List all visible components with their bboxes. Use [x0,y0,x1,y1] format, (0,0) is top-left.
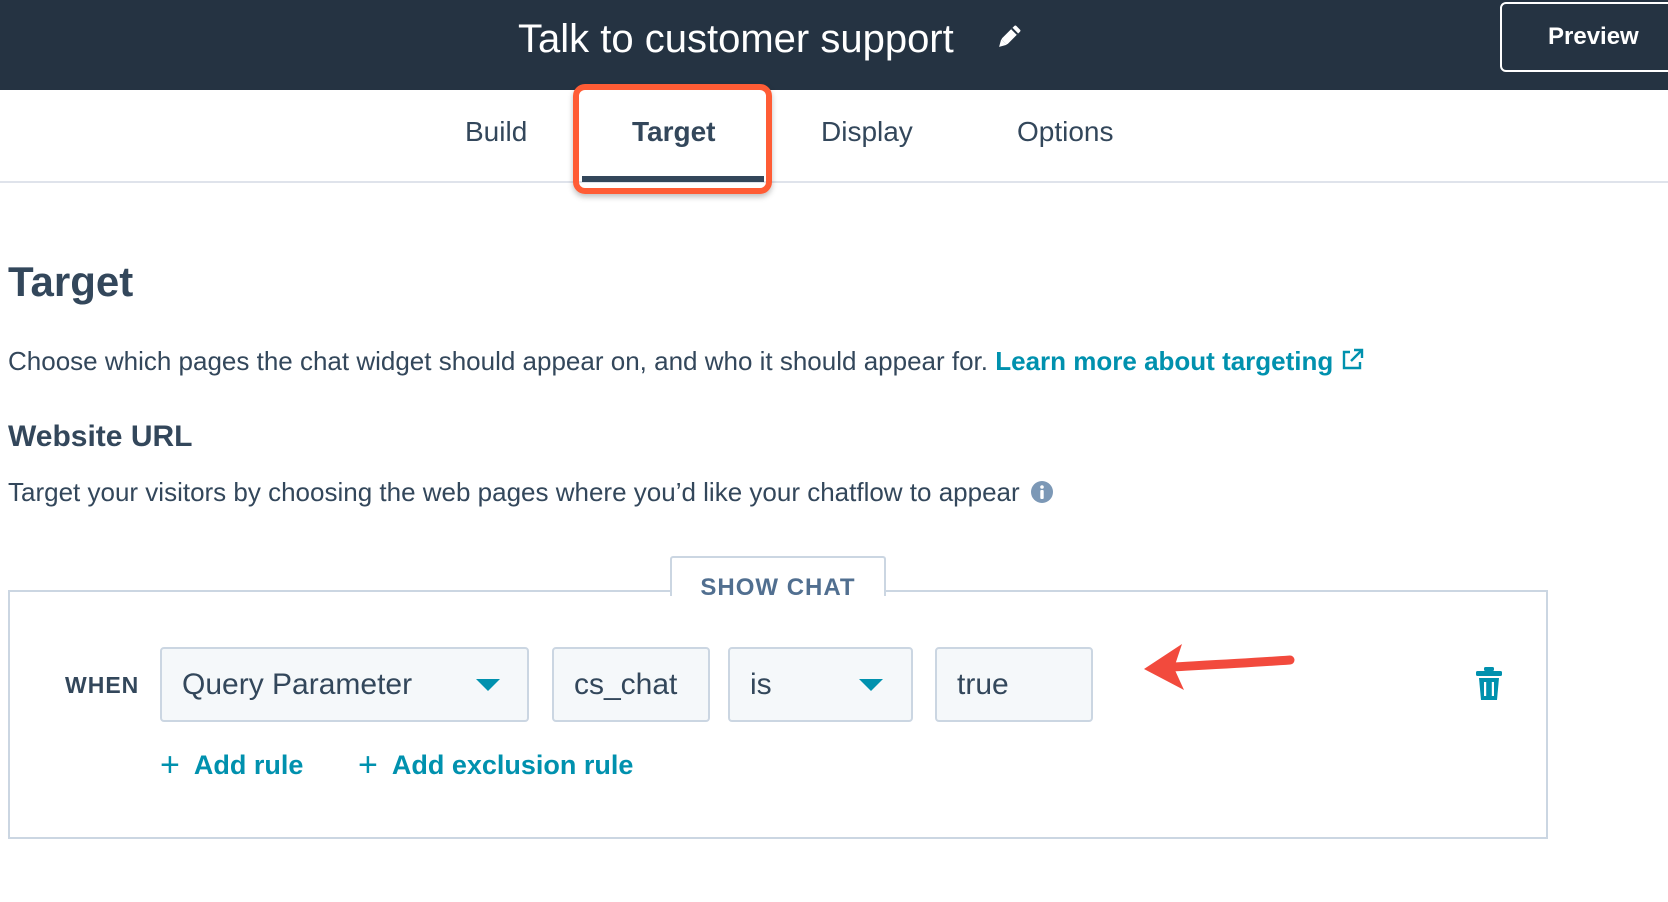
header-bar: Talk to customer support Preview [0,0,1668,90]
page-description: Choose which pages the chat widget shoul… [8,346,1365,377]
add-exclusion-rule-label: Add exclusion rule [391,750,634,780]
parameter-value: cs_chat [574,668,678,701]
page-title: Target [8,258,134,305]
operator-value: is [750,668,772,701]
add-exclusion-rule-button[interactable]: + Add exclusion rule [358,746,633,785]
tab-display[interactable]: Display [821,116,913,148]
operator-select[interactable]: is [728,647,913,722]
parameter-input[interactable]: cs_chat [552,647,710,722]
chevron-down-icon [476,679,500,691]
value-input[interactable]: true [935,647,1093,722]
add-rule-button[interactable]: + Add rule [160,746,303,785]
tab-bar: Build Target Display Options [0,90,1668,183]
preview-button[interactable]: Preview [1500,2,1668,72]
rule-type-select[interactable]: Query Parameter [160,647,529,722]
arrow-annotation [1144,644,1295,690]
plus-icon: + [358,746,378,784]
plus-icon: + [160,746,180,784]
trash-icon[interactable] [1474,666,1504,702]
show-chat-label: SHOW CHAT [700,574,856,601]
chevron-down-icon [859,679,883,691]
when-label: WHEN [65,672,140,698]
value-text: true [957,668,1009,701]
external-link-icon [1343,348,1364,370]
page-description-text: Choose which pages the chat widget shoul… [8,346,989,376]
learn-more-label: Learn more about targeting [995,346,1334,376]
tab-options[interactable]: Options [1017,116,1114,148]
pencil-icon[interactable] [994,22,1024,52]
website-url-description-text: Target your visitors by choosing the web… [8,477,1020,507]
website-url-heading: Website URL [8,420,193,453]
chatflow-title: Talk to customer support [518,17,954,61]
learn-more-link[interactable]: Learn more about targeting [995,346,1365,376]
info-icon[interactable] [1030,480,1054,504]
tab-build[interactable]: Build [465,116,527,148]
tab-highlight-annotation [573,84,772,194]
rule-type-value: Query Parameter [182,668,413,701]
website-url-description: Target your visitors by choosing the web… [8,477,1054,508]
add-rule-label: Add rule [193,750,304,780]
